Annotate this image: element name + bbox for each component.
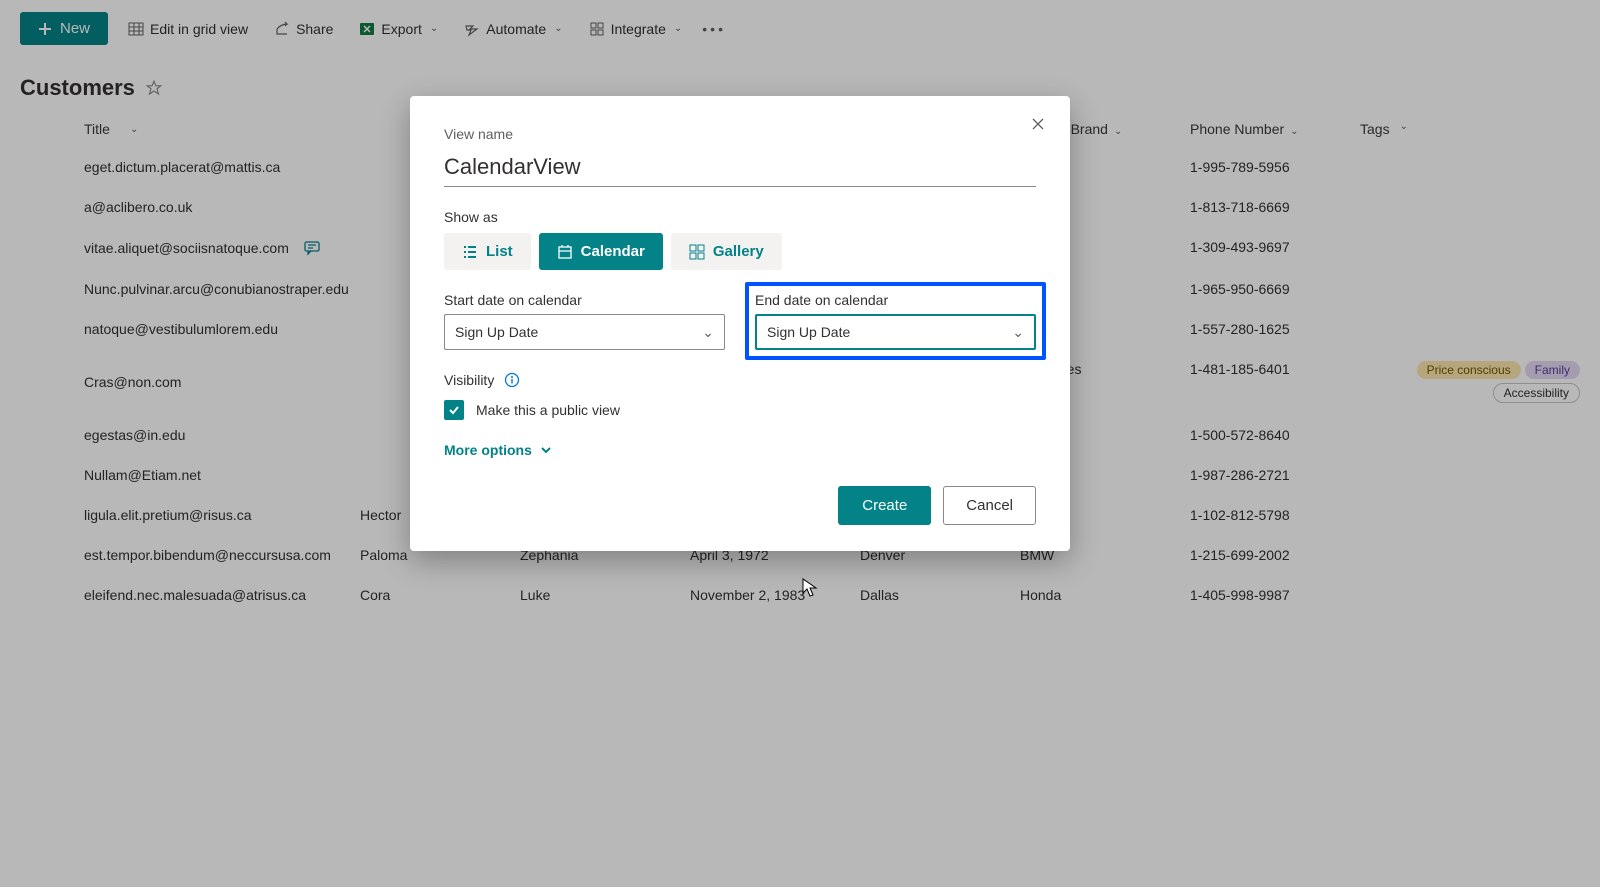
- more-options-label: More options: [444, 442, 532, 458]
- dialog-footer: Create Cancel: [444, 486, 1036, 525]
- chevron-down-icon: [540, 444, 552, 456]
- calendar-icon: [557, 244, 573, 260]
- show-as-gallery[interactable]: Gallery: [671, 233, 782, 270]
- close-button[interactable]: [1024, 110, 1052, 138]
- close-icon: [1030, 116, 1046, 132]
- show-as-group: List Calendar Gallery: [444, 233, 1036, 270]
- end-date-select[interactable]: Sign Up Date ⌄: [755, 314, 1036, 350]
- cancel-button[interactable]: Cancel: [943, 486, 1036, 525]
- app-root: New Edit in grid view Share Export ⌄ Aut…: [0, 0, 1600, 887]
- show-as-list-label: List: [486, 243, 513, 260]
- show-as-calendar[interactable]: Calendar: [539, 233, 663, 270]
- show-as-calendar-label: Calendar: [581, 243, 645, 260]
- show-as-list[interactable]: List: [444, 233, 531, 270]
- checkmark-icon: [448, 404, 460, 416]
- create-view-dialog: View name Show as List Calendar Gallery …: [410, 96, 1070, 551]
- create-button[interactable]: Create: [838, 486, 931, 525]
- view-name-label: View name: [444, 126, 1036, 142]
- public-view-checkbox[interactable]: [444, 400, 464, 420]
- list-icon: [462, 245, 478, 259]
- info-icon[interactable]: [504, 372, 520, 388]
- chevron-down-icon: ⌄: [1012, 324, 1024, 341]
- start-date-select[interactable]: Sign Up Date ⌄: [444, 314, 725, 350]
- gallery-icon: [689, 244, 705, 260]
- start-date-field: Start date on calendar Sign Up Date ⌄: [444, 292, 725, 350]
- visibility-label: Visibility: [444, 372, 494, 388]
- end-date-value: Sign Up Date: [767, 324, 850, 340]
- public-view-label: Make this a public view: [476, 402, 620, 418]
- chevron-down-icon: ⌄: [702, 324, 714, 341]
- show-as-gallery-label: Gallery: [713, 243, 764, 260]
- show-as-label: Show as: [444, 209, 1036, 225]
- view-name-input[interactable]: [444, 148, 1036, 187]
- end-date-field-highlighted: End date on calendar Sign Up Date ⌄: [745, 282, 1046, 360]
- start-date-label: Start date on calendar: [444, 292, 725, 308]
- date-fields: Start date on calendar Sign Up Date ⌄ En…: [444, 292, 1036, 350]
- end-date-label: End date on calendar: [755, 292, 1036, 308]
- public-view-row: Make this a public view: [444, 400, 1036, 420]
- start-date-value: Sign Up Date: [455, 324, 538, 340]
- visibility-row: Visibility: [444, 372, 1036, 388]
- more-options-button[interactable]: More options: [444, 442, 1036, 458]
